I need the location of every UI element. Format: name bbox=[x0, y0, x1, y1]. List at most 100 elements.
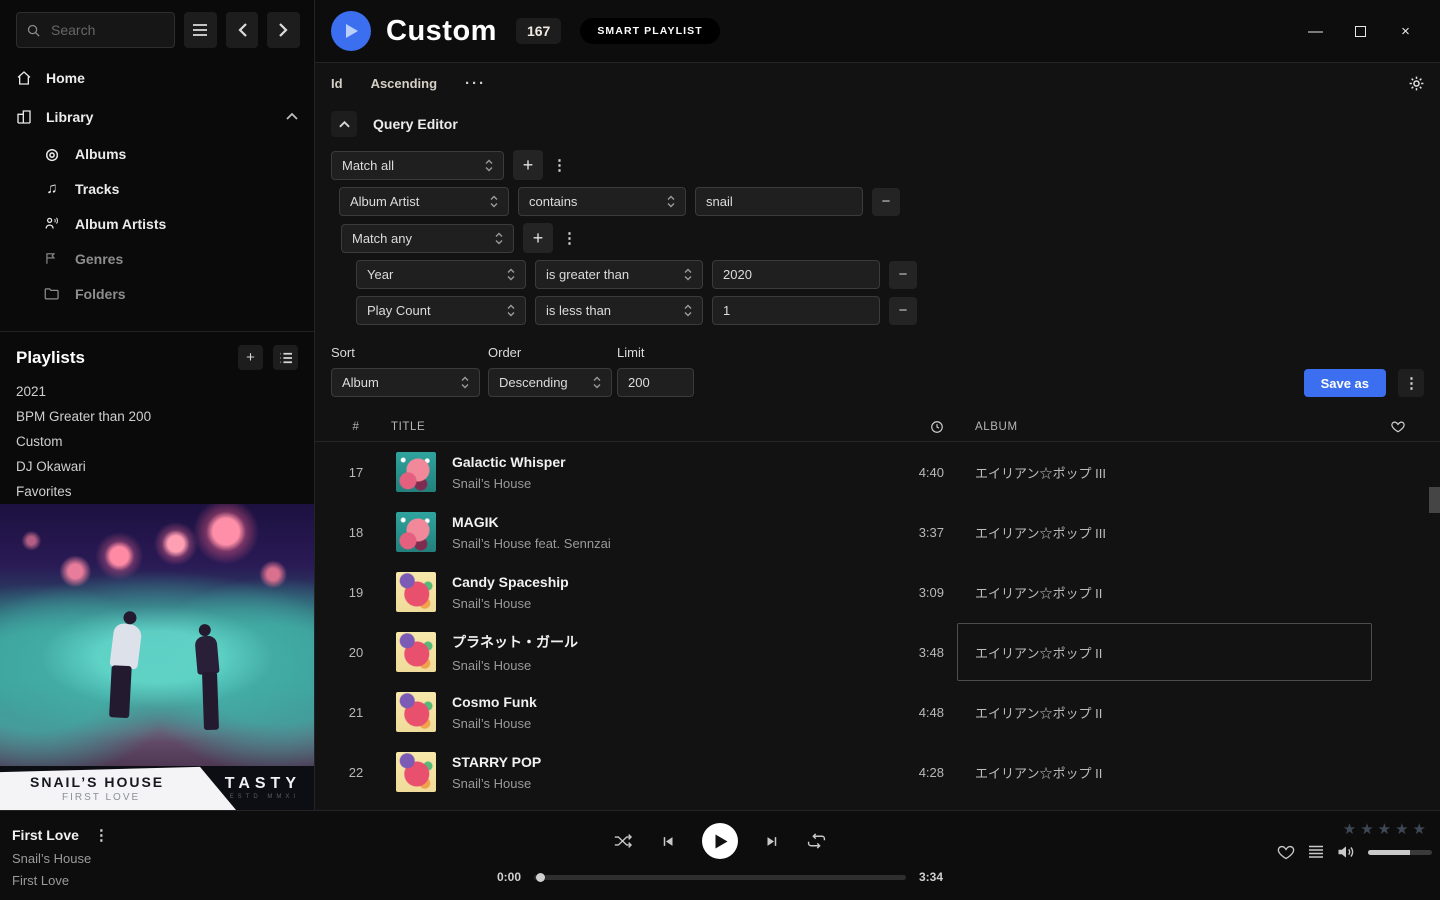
track-album[interactable]: エイリアン☆ポップ III bbox=[957, 443, 1372, 501]
match-all-select[interactable]: Match all bbox=[331, 151, 504, 180]
remove-rule-button[interactable]: − bbox=[872, 188, 900, 216]
sidebar-item-album-artists[interactable]: Album Artists bbox=[44, 206, 298, 241]
rule-value-input[interactable] bbox=[695, 187, 863, 216]
nav-back-button[interactable] bbox=[226, 12, 259, 48]
track-title[interactable]: Cosmo Funk bbox=[452, 694, 537, 710]
album-column-header[interactable]: ALBUM bbox=[957, 421, 1372, 433]
sort-direction-button[interactable]: Ascending bbox=[371, 76, 437, 91]
favorite-column-header[interactable] bbox=[1372, 420, 1424, 433]
menu-button[interactable] bbox=[184, 12, 217, 48]
table-row[interactable]: 18 MAGIK Snail’s House feat. Sennzai 3:3… bbox=[315, 502, 1440, 562]
track-title[interactable]: Galactic Whisper bbox=[452, 454, 566, 470]
search-box[interactable] bbox=[16, 12, 175, 48]
track-album[interactable]: エイリアン☆ポップ II bbox=[957, 563, 1372, 621]
limit-input[interactable] bbox=[617, 368, 694, 397]
add-playlist-button[interactable]: + bbox=[238, 345, 263, 370]
sidebar-item-home[interactable]: Home bbox=[16, 58, 298, 97]
star-icon[interactable]: ★ bbox=[1395, 820, 1408, 838]
rule-field-select[interactable]: Play Count bbox=[356, 296, 526, 325]
repeat-button[interactable] bbox=[807, 833, 826, 849]
collapse-query-button[interactable] bbox=[331, 111, 357, 137]
track-artist[interactable]: Snail’s House bbox=[452, 476, 566, 491]
track-artist[interactable]: Snail’s House bbox=[452, 716, 537, 731]
track-title[interactable]: STARRY POP bbox=[452, 754, 541, 770]
volume-slider[interactable] bbox=[1368, 850, 1432, 855]
sidebar-item-genres[interactable]: Genres bbox=[44, 241, 298, 276]
star-icon[interactable]: ★ bbox=[1378, 820, 1391, 838]
track-title[interactable]: MAGIK bbox=[452, 514, 611, 530]
shuffle-button[interactable] bbox=[614, 833, 633, 849]
track-title[interactable]: プラネット・ガール bbox=[452, 632, 578, 652]
index-column-header[interactable]: # bbox=[331, 421, 381, 433]
sidebar-item-library[interactable]: Library bbox=[16, 97, 298, 136]
playlist-item[interactable]: 2021 bbox=[16, 379, 298, 404]
playlist-item[interactable]: BPM Greater than 200 bbox=[16, 404, 298, 429]
remove-rule-button[interactable]: − bbox=[889, 261, 917, 289]
track-album[interactable]: エイリアン☆ポップ II bbox=[957, 683, 1372, 741]
table-row[interactable]: 19 Candy Spaceship Snail’s House 3:09 エイ… bbox=[315, 562, 1440, 622]
maximize-button[interactable] bbox=[1338, 11, 1383, 51]
rating-stars[interactable]: ★ ★ ★ ★ ★ bbox=[1343, 820, 1426, 838]
title-column-header[interactable]: TITLE bbox=[381, 421, 897, 433]
rule-group-menu-button[interactable]: ⋮ bbox=[562, 229, 576, 247]
search-input[interactable] bbox=[49, 21, 165, 39]
rule-operator-select[interactable]: is greater than bbox=[535, 260, 703, 289]
track-artist[interactable]: Snail’s House bbox=[452, 776, 541, 791]
playlist-list-button[interactable] bbox=[273, 345, 298, 370]
more-options-button[interactable]: ··· bbox=[465, 75, 486, 92]
minimize-button[interactable]: — bbox=[1293, 11, 1338, 51]
rule-value-input[interactable] bbox=[712, 296, 880, 325]
sort-select[interactable]: Album bbox=[331, 368, 480, 397]
chevron-up-icon[interactable] bbox=[286, 113, 298, 120]
play-playlist-button[interactable] bbox=[331, 11, 371, 51]
table-row[interactable]: 22 STARRY POP Snail’s House 4:28 エイリアン☆ポ… bbox=[315, 742, 1440, 802]
track-title[interactable]: Candy Spaceship bbox=[452, 574, 569, 590]
seek-bar[interactable] bbox=[534, 875, 906, 880]
match-any-select[interactable]: Match any bbox=[341, 224, 514, 253]
rule-value-input[interactable] bbox=[712, 260, 880, 289]
rule-field-select[interactable]: Year bbox=[356, 260, 526, 289]
rule-operator-select[interactable]: contains bbox=[518, 187, 686, 216]
now-playing-artist[interactable]: Snail’s House bbox=[12, 851, 320, 866]
save-as-button[interactable]: Save as bbox=[1304, 369, 1386, 397]
queue-button[interactable] bbox=[1308, 845, 1324, 859]
star-icon[interactable]: ★ bbox=[1343, 820, 1356, 838]
remove-rule-button[interactable]: − bbox=[889, 297, 917, 325]
sidebar-item-albums[interactable]: ◎ Albums bbox=[44, 136, 298, 171]
close-button[interactable]: × bbox=[1383, 11, 1428, 51]
playlist-item[interactable]: Favorites bbox=[16, 479, 298, 504]
sidebar-item-folders[interactable]: Folders bbox=[44, 276, 298, 311]
scrollbar-thumb[interactable] bbox=[1429, 487, 1440, 513]
table-row[interactable]: 17 Galactic Whisper Snail’s House 4:40 エ… bbox=[315, 442, 1440, 502]
track-album[interactable]: エイリアン☆ポップ II bbox=[957, 743, 1372, 801]
sort-field-button[interactable]: Id bbox=[331, 76, 343, 91]
add-rule-button[interactable]: + bbox=[523, 223, 553, 253]
favorite-heart-button[interactable] bbox=[1277, 844, 1295, 860]
now-playing-album[interactable]: First Love bbox=[12, 873, 320, 888]
order-select[interactable]: Descending bbox=[488, 368, 612, 397]
now-playing-cover-art[interactable]: SNAIL’S HOUSE FIRST LOVE TASTY ESTD MMXI bbox=[0, 504, 314, 810]
table-row[interactable]: 21 Cosmo Funk Snail’s House 4:48 エイリアン☆ポ… bbox=[315, 682, 1440, 742]
track-artist[interactable]: Snail’s House feat. Sennzai bbox=[452, 536, 611, 551]
add-rule-button[interactable]: + bbox=[513, 150, 543, 180]
playlist-item[interactable]: Custom bbox=[16, 429, 298, 454]
track-artist[interactable]: Snail’s House bbox=[452, 658, 578, 673]
star-icon[interactable]: ★ bbox=[1360, 820, 1373, 838]
star-icon[interactable]: ★ bbox=[1413, 820, 1426, 838]
track-artist[interactable]: Snail’s House bbox=[452, 596, 569, 611]
now-playing-title[interactable]: First Love bbox=[12, 827, 79, 843]
now-playing-menu-button[interactable]: ⋮ bbox=[94, 826, 108, 844]
playlist-item[interactable]: DJ Okawari bbox=[16, 454, 298, 479]
nav-forward-button[interactable] bbox=[267, 12, 300, 48]
gear-icon[interactable] bbox=[1409, 76, 1424, 91]
rule-operator-select[interactable]: is less than bbox=[535, 296, 703, 325]
next-button[interactable] bbox=[765, 834, 780, 849]
play-button[interactable] bbox=[702, 823, 738, 859]
table-row[interactable]: 20 プラネット・ガール Snail’s House 3:48 エイリアン☆ポッ… bbox=[315, 622, 1440, 682]
duration-column-header[interactable] bbox=[897, 420, 957, 434]
sidebar-item-tracks[interactable]: ♫ Tracks bbox=[44, 171, 298, 206]
seek-knob[interactable] bbox=[536, 873, 545, 882]
rule-group-menu-button[interactable]: ⋮ bbox=[552, 156, 566, 174]
track-album-focused-cell[interactable]: エイリアン☆ポップ II bbox=[957, 623, 1372, 681]
previous-button[interactable] bbox=[660, 834, 675, 849]
